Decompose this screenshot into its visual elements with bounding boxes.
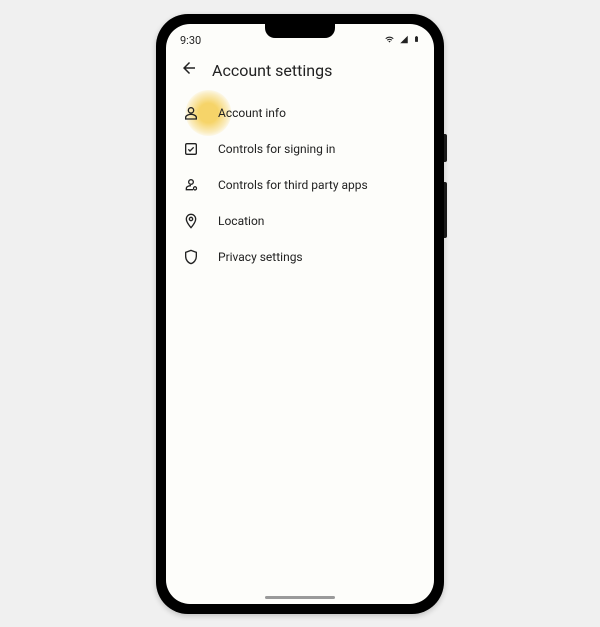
screen: 9:30 Account settings	[166, 24, 434, 604]
person-icon	[180, 105, 202, 121]
signin-icon	[180, 141, 202, 157]
settings-item-third-party[interactable]: Controls for third party apps	[176, 167, 424, 203]
status-time: 9:30	[180, 34, 201, 47]
settings-item-location[interactable]: Location	[176, 203, 424, 239]
privacy-icon	[180, 249, 202, 265]
settings-item-label: Controls for signing in	[218, 142, 335, 156]
settings-item-account-info[interactable]: Account info	[176, 95, 424, 131]
page-title: Account settings	[212, 61, 332, 80]
power-button	[444, 134, 447, 162]
wifi-icon	[384, 34, 395, 47]
battery-icon	[413, 34, 420, 47]
signal-icon	[399, 34, 409, 47]
settings-item-label: Privacy settings	[218, 250, 303, 264]
app-header: Account settings	[166, 51, 434, 91]
settings-item-label: Location	[218, 214, 264, 228]
settings-list: Account info Controls for signing in Con…	[166, 91, 434, 279]
volume-button	[444, 182, 447, 238]
status-icons	[384, 34, 420, 47]
settings-item-label: Controls for third party apps	[218, 178, 368, 192]
phone-mockup: 9:30 Account settings	[156, 14, 444, 614]
notch	[265, 24, 335, 38]
settings-item-label: Account info	[218, 106, 286, 120]
back-arrow-icon[interactable]	[180, 59, 198, 81]
settings-item-signing-in[interactable]: Controls for signing in	[176, 131, 424, 167]
settings-item-privacy[interactable]: Privacy settings	[176, 239, 424, 275]
thirdparty-icon	[180, 177, 202, 193]
home-indicator[interactable]	[265, 596, 335, 599]
location-icon	[180, 213, 202, 229]
